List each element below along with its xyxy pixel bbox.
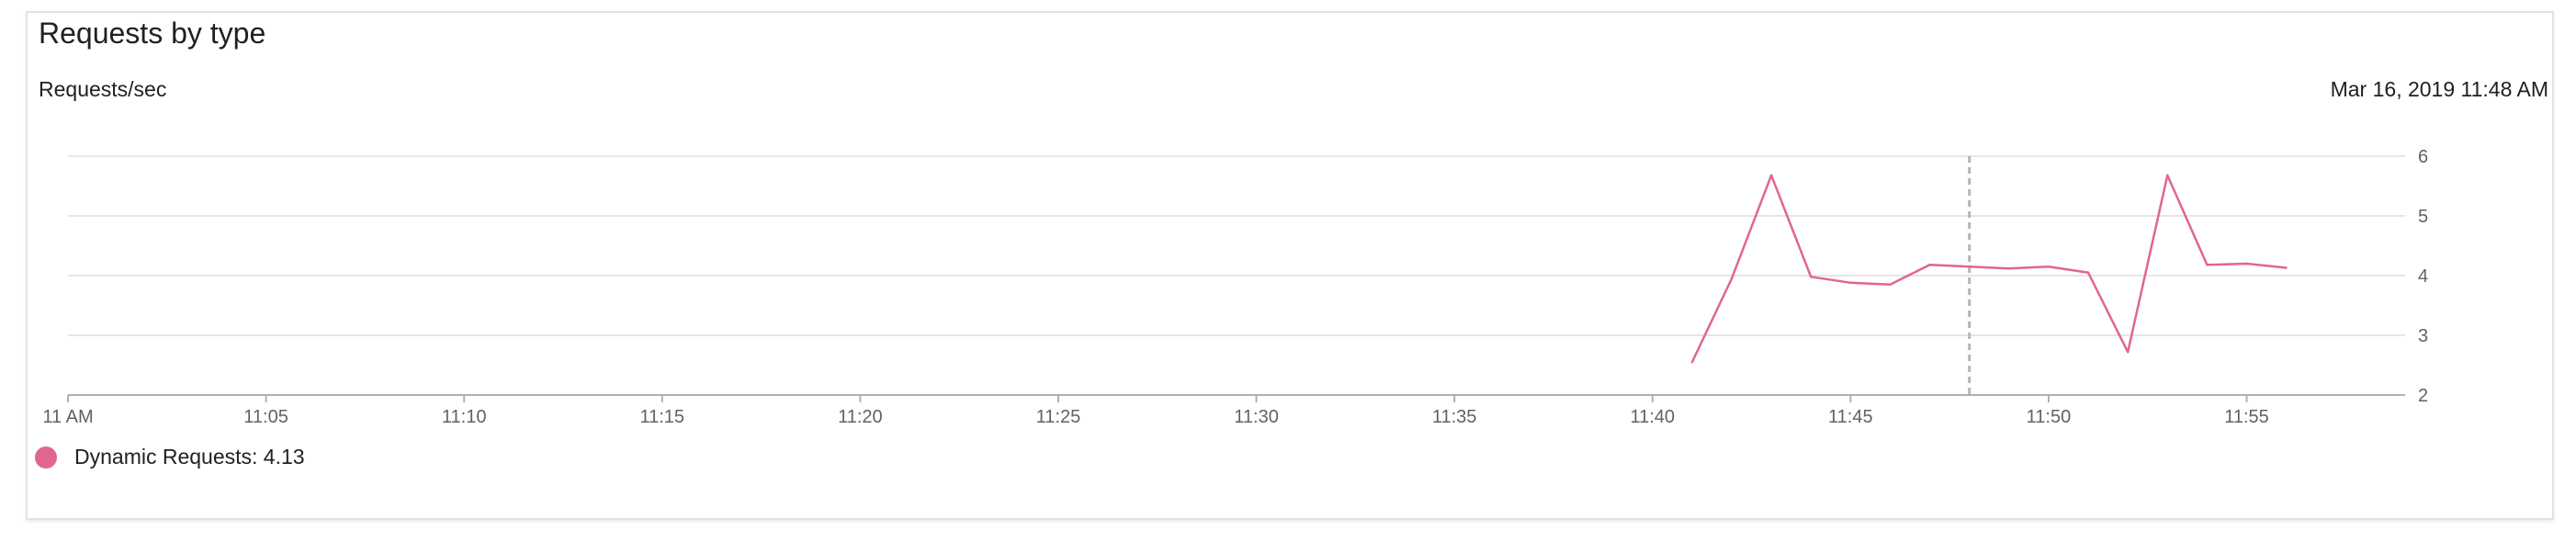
data-point xyxy=(2166,174,2169,176)
x-tick-label: 11:50 xyxy=(2027,407,2072,427)
x-tick-label: 11:40 xyxy=(1630,407,1675,427)
x-tick-label: 11:25 xyxy=(1036,407,1081,427)
x-tick-label: 11:55 xyxy=(2224,407,2269,427)
y-tick-label: 2 xyxy=(2418,386,2428,406)
data-point xyxy=(2206,264,2209,266)
y-tick-label: 3 xyxy=(2418,326,2428,346)
data-point xyxy=(1810,276,1813,278)
data-point xyxy=(1769,174,1773,176)
x-tick-label: 11:30 xyxy=(1234,407,1279,427)
y-tick-label: 6 xyxy=(2418,147,2428,167)
data-point xyxy=(1849,281,1852,284)
x-tick-label: 11 AM xyxy=(42,407,93,427)
x-tick-label: 11:10 xyxy=(442,407,487,427)
legend-label-dynamic-requests: Dynamic Requests: 4.13 xyxy=(74,445,305,469)
line-chart[interactable]: 2 3 4 5 6 11 AM 11:05 11:10 11:15 11:20 11:25 11:30… xyxy=(0,0,2576,542)
legend[interactable]: Dynamic Requests: 4.13 xyxy=(35,445,305,469)
x-tick-label: 11:15 xyxy=(639,407,684,427)
x-tick-label: 11:20 xyxy=(838,407,883,427)
data-point xyxy=(1889,283,1892,286)
x-tick-label: 11:35 xyxy=(1432,407,1477,427)
data-point xyxy=(2047,265,2051,268)
data-point xyxy=(1968,265,1971,268)
legend-swatch-dynamic-requests xyxy=(35,446,57,469)
series-line-dynamic-requests xyxy=(1690,174,2287,363)
x-tick-label: 11:05 xyxy=(243,407,288,427)
y-tick-label: 5 xyxy=(2418,207,2428,227)
data-point xyxy=(1690,361,1694,364)
data-point xyxy=(1928,264,1931,266)
data-point xyxy=(2245,262,2248,265)
x-tick-label: 11:45 xyxy=(1828,407,1873,427)
data-point xyxy=(1730,277,1734,280)
data-point xyxy=(2086,271,2090,274)
data-point xyxy=(2007,267,2011,270)
y-tick-label: 4 xyxy=(2418,266,2428,287)
data-point xyxy=(2285,266,2288,269)
data-point xyxy=(2126,351,2130,354)
